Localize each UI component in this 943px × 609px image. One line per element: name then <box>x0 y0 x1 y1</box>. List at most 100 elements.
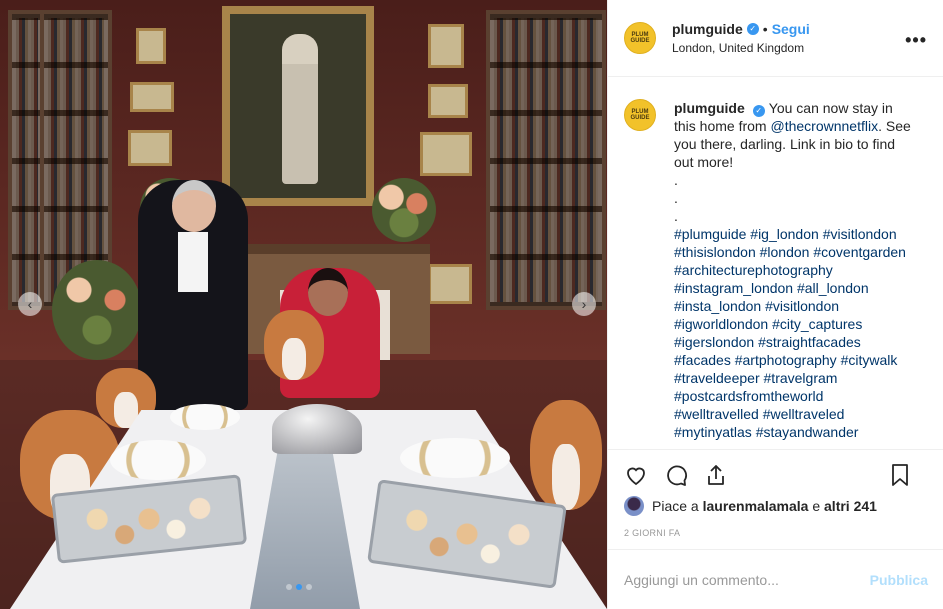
hashtag-link[interactable]: #all_london <box>797 280 869 296</box>
carousel-dot <box>306 584 312 590</box>
separator-bullet: • <box>762 21 768 37</box>
caption-hashtags: #plumguide #ig_london #visitlondon #thisi… <box>674 225 914 441</box>
verified-icon: ✓ <box>752 105 765 117</box>
comment-input[interactable] <box>624 571 870 588</box>
hashtag-line: #plumguide #ig_london #visitlondon <box>674 225 914 243</box>
caption-username[interactable]: plumguide <box>674 100 745 116</box>
hashtag-line: #mytinyatlas #stayandwander <box>674 423 914 441</box>
photo-frame <box>130 82 174 112</box>
likes-prefix: Piace a <box>652 498 699 514</box>
hashtag-line: #traveldeeper #travelgram <box>674 369 914 387</box>
photo-cloche <box>272 404 362 454</box>
hashtag-link[interactable]: #insta_london <box>674 298 761 314</box>
hashtag-link[interactable]: #mytinyatlas <box>674 424 752 440</box>
post-photo[interactable]: ‹ › <box>0 0 607 609</box>
hashtag-link[interactable]: #citywalk <box>841 352 898 368</box>
photo-flowers <box>372 178 436 242</box>
hashtag-link[interactable]: #plumguide <box>674 226 746 242</box>
chevron-right-icon: › <box>581 296 587 312</box>
liker-avatar[interactable] <box>624 496 644 516</box>
carousel-indicator <box>286 584 312 590</box>
hashtag-link[interactable]: #igerslondon <box>674 334 754 350</box>
photo-frame <box>128 130 172 166</box>
hashtag-line: #igerslondon #straightfacades <box>674 333 914 351</box>
photo-plate <box>110 440 206 480</box>
hashtag-line: #igworldlondon #city_captures <box>674 315 914 333</box>
hashtag-link[interactable]: #welltravelled <box>674 406 759 422</box>
photo-frame <box>420 132 472 176</box>
hashtag-link[interactable]: #london <box>760 244 810 260</box>
hashtag-link[interactable]: #welltraveled <box>763 406 845 422</box>
hashtag-line: #thisislondon #london #coventgarden <box>674 243 914 261</box>
bookmark-icon[interactable] <box>888 463 912 487</box>
hashtag-link[interactable]: #ig_london <box>750 226 819 242</box>
hashtag-link[interactable]: #postcardsfromtheworld <box>674 388 823 404</box>
hashtag-link[interactable]: #visitlondon <box>765 298 839 314</box>
photo-corgi <box>530 400 602 510</box>
photo-portrait-painting <box>222 6 374 206</box>
comment-icon[interactable] <box>664 463 688 487</box>
post-location[interactable]: London, United Kingdom <box>672 41 810 55</box>
hashtag-link[interactable]: #instagram_london <box>674 280 793 296</box>
more-options-icon[interactable]: ••• <box>905 30 927 51</box>
carousel-dot <box>296 584 302 590</box>
likes-others-link[interactable]: altri 241 <box>824 498 877 514</box>
hashtag-line: #facades #artphotography #citywalk <box>674 351 914 369</box>
photo-plate <box>400 438 510 478</box>
publish-button[interactable]: Pubblica <box>870 572 928 588</box>
caption-mention-link[interactable]: @thecrownnetflix <box>770 118 878 134</box>
hashtag-link[interactable]: #stayandwander <box>756 424 859 440</box>
hashtag-link[interactable]: #architecturephotography <box>674 262 833 278</box>
post-modal: ‹ › PLUM GUIDE plumguide ✓ • Segui Londo… <box>0 0 943 609</box>
likes-summary: Piace a laurenmalamala e altri 241 <box>624 496 877 516</box>
liker-username[interactable]: laurenmalamala <box>703 498 809 514</box>
photo-butler <box>138 180 248 410</box>
author-username[interactable]: plumguide <box>672 21 743 37</box>
caption-dot: . <box>674 208 678 224</box>
carousel-next-button[interactable]: › <box>572 292 596 316</box>
caption-body: plumguide ✓ You can now stay in this home … <box>674 99 914 449</box>
carousel-dot <box>286 584 292 590</box>
hashtag-line: #insta_london #visitlondon <box>674 297 914 315</box>
caption-author-avatar[interactable]: PLUM GUIDE <box>624 99 656 131</box>
hashtag-link[interactable]: #city_captures <box>772 316 862 332</box>
avatar-logo-text: PLUM GUIDE <box>630 109 650 121</box>
share-icon[interactable] <box>704 463 728 487</box>
hashtag-link[interactable]: #coventgarden <box>813 244 906 260</box>
hashtag-line: #welltravelled #welltraveled <box>674 405 914 423</box>
carousel-prev-button[interactable]: ‹ <box>18 292 42 316</box>
hashtag-link[interactable]: #visitlondon <box>823 226 897 242</box>
post-actions <box>608 449 943 499</box>
verified-icon: ✓ <box>746 23 759 35</box>
avatar-logo-text: PLUM GUIDE <box>630 32 650 44</box>
photo-frame <box>428 24 464 68</box>
likes-middle: e <box>812 498 821 514</box>
hashtag-link[interactable]: #igworldlondon <box>674 316 768 332</box>
author-avatar[interactable]: PLUM GUIDE <box>624 22 656 54</box>
chevron-left-icon: ‹ <box>27 296 33 312</box>
post-timestamp[interactable]: 2 GIORNI FA <box>624 528 680 538</box>
hashtag-link[interactable]: #straightfacades <box>758 334 861 350</box>
follow-button[interactable]: Segui <box>772 21 810 37</box>
hashtag-line: #instagram_london #all_london <box>674 279 914 297</box>
hashtag-line: #architecturephotography <box>674 261 914 279</box>
photo-frame <box>428 264 472 304</box>
caption-dot: . <box>674 172 678 188</box>
hashtag-link[interactable]: #travelgram <box>764 370 838 386</box>
hashtag-link[interactable]: #traveldeeper <box>674 370 760 386</box>
caption-dot: . <box>674 190 678 206</box>
photo-frame <box>136 28 166 64</box>
photo-bookshelf-right <box>486 10 606 310</box>
photo-frame <box>428 84 468 118</box>
hashtag-line: #postcardsfromtheworld <box>674 387 914 405</box>
photo-corgi <box>264 310 324 380</box>
heart-icon[interactable] <box>624 463 648 487</box>
photo-plate <box>170 404 240 430</box>
post-caption: PLUM GUIDE plumguide ✓ You can now stay in… <box>608 77 943 449</box>
hashtag-link[interactable]: #thisislondon <box>674 244 756 260</box>
photo-flowers <box>52 260 142 360</box>
comment-bar: Pubblica <box>608 549 943 609</box>
hashtag-link[interactable]: #artphotography <box>735 352 837 368</box>
hashtag-link[interactable]: #facades <box>674 352 731 368</box>
post-header: PLUM GUIDE plumguide ✓ • Segui London, U… <box>608 0 943 77</box>
